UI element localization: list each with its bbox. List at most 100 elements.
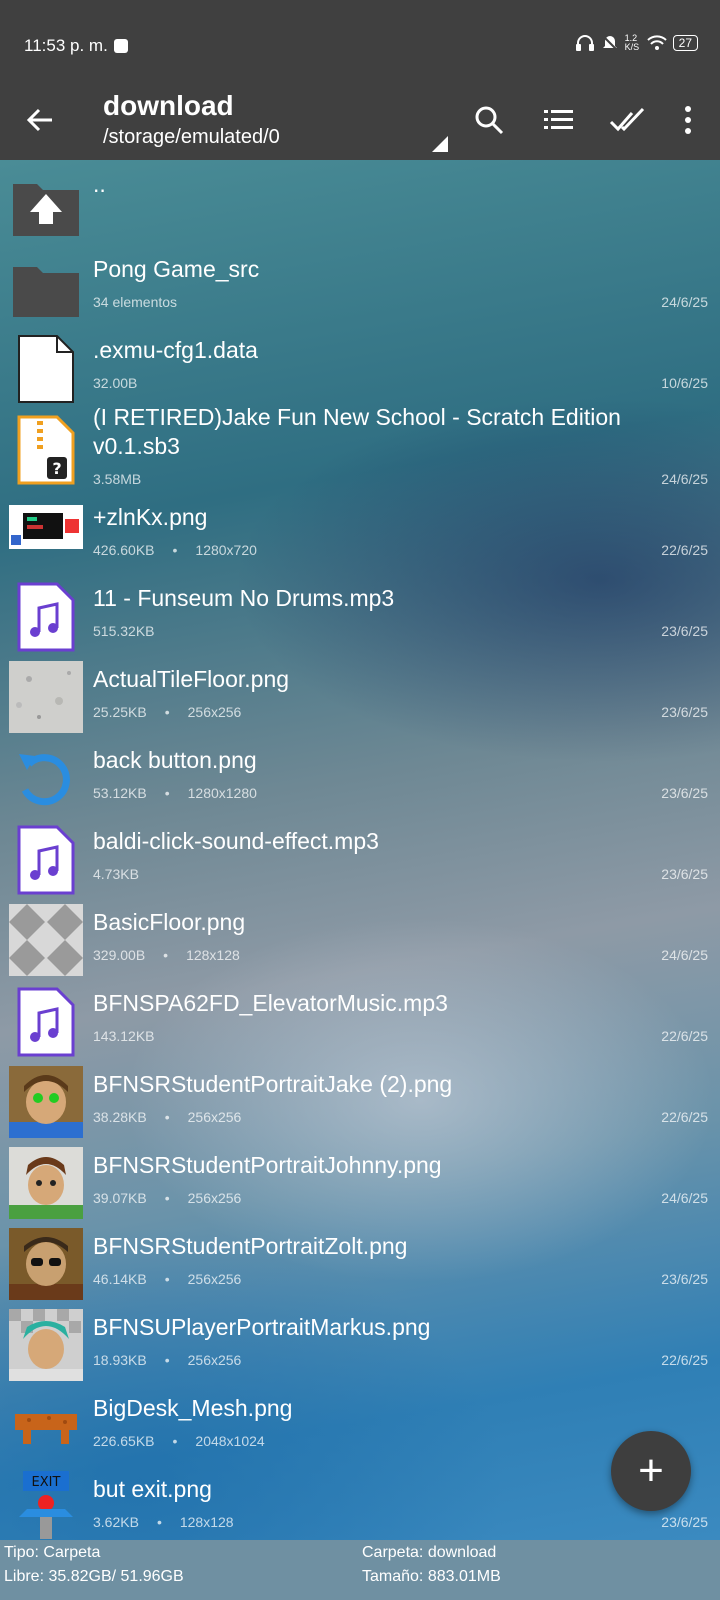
file-meta: 39.07KB • 256x256 [93, 1190, 242, 1206]
archive-unknown-icon: ? [17, 415, 75, 485]
clock: 11:53 p. m. [24, 36, 128, 56]
add-fab-button[interactable]: + [611, 1431, 691, 1511]
exit-button-thumbnail: EXIT [19, 1471, 73, 1539]
file-name: BFNSRStudentPortraitJohnny.png [93, 1152, 442, 1178]
image-thumbnail [9, 505, 83, 549]
music-file-icon [17, 582, 75, 652]
checker-thumbnail [9, 904, 83, 976]
list-item[interactable]: BFNSRStudentPortraitJake (2).png 38.28KB… [0, 1056, 720, 1138]
file-name: baldi-click-sound-effect.mp3 [93, 828, 379, 854]
current-path[interactable]: /storage/emulated/0 [103, 126, 280, 149]
file-date: 24/6/25 [661, 1190, 708, 1206]
file-name: back button.png [93, 747, 257, 773]
music-file-icon [17, 825, 75, 895]
file-name: 11 - Funseum No Drums.mp3 [93, 585, 395, 611]
file-meta: 32.00B [93, 375, 138, 391]
list-item[interactable]: BasicFloor.png 329.00B • 128x128 24/6/25 [0, 894, 720, 976]
list-item-parent[interactable]: .. [0, 160, 720, 241]
plus-icon: + [638, 1446, 664, 1495]
file-name: .. [93, 171, 106, 197]
back-arrow-icon[interactable] [22, 102, 58, 138]
portrait-thumbnail [9, 1309, 83, 1381]
list-item[interactable]: Pong Game_src 34 elementos 24/6/25 [0, 241, 720, 322]
path-dropdown-icon[interactable] [432, 136, 448, 152]
battery-indicator: 27 [672, 35, 698, 51]
file-meta: 3.58MB [93, 471, 142, 487]
status-footer: Tipo: Carpeta Libre: 35.82GB/ 51.96GB Ca… [0, 1540, 720, 1600]
file-meta: 515.32KB [93, 623, 155, 639]
file-name: .exmu-cfg1.data [93, 337, 258, 363]
svg-text:EXIT: EXIT [32, 1475, 61, 1490]
file-name: BFNSRStudentPortraitJake (2).png [93, 1071, 453, 1097]
file-meta: 46.14KB • 256x256 [93, 1271, 242, 1287]
file-name: BFNSPA62FD_ElevatorMusic.mp3 [93, 990, 448, 1016]
network-speed: 1.2 K/S [624, 33, 640, 52]
file-name: BigDesk_Mesh.png [93, 1395, 293, 1421]
file-meta: 53.12KB • 1280x1280 [93, 785, 257, 801]
file-meta: 34 elementos [93, 294, 178, 310]
file-name: Pong Game_src [93, 256, 260, 282]
list-item[interactable]: BFNSUPlayerPortraitMarkus.png 18.93KB • 25… [0, 1299, 720, 1381]
file-meta: 426.60KB • 1280x720 [93, 542, 257, 558]
file-name: +zlnKx.png [93, 504, 208, 530]
list-item[interactable]: +zlnKx.png 426.60KB • 1280x720 22/6/25 [0, 489, 720, 570]
folder-icon [13, 267, 79, 317]
file-name: BFNSRStudentPortraitZolt.png [93, 1233, 408, 1259]
list-item[interactable]: BFNSPA62FD_ElevatorMusic.mp3 143.12KB 22… [0, 975, 720, 1057]
list-item[interactable]: baldi-click-sound-effect.mp3 4.73KB 23/6… [0, 813, 720, 895]
document-icon [18, 335, 74, 403]
footer-folder: Carpeta: download [362, 1544, 497, 1561]
wifi-icon [646, 35, 667, 50]
file-meta: 25.25KB • 256x256 [93, 704, 242, 720]
file-meta: 3.62KB • 128x128 [93, 1514, 234, 1530]
file-meta: 4.73KB [93, 866, 139, 882]
list-item[interactable]: 11 - Funseum No Drums.mp3 515.32KB 23/6/… [0, 570, 720, 652]
list-view-icon[interactable] [538, 100, 578, 140]
file-name: BasicFloor.png [93, 909, 246, 935]
file-date: 23/6/25 [661, 704, 708, 720]
list-item[interactable]: BigDesk_Mesh.png 226.65KB • 2048x1024 [0, 1380, 720, 1461]
select-all-icon[interactable] [608, 100, 648, 140]
footer-free-space: Libre: 35.82GB/ 51.96GB [4, 1568, 184, 1585]
file-list: .. Pong Game_src 34 elementos 24/6/25 .e… [0, 160, 720, 1542]
footer-size: Tamaño: 883.01MB [362, 1568, 501, 1585]
list-item[interactable]: BFNSRStudentPortraitZolt.png 46.14KB • 256… [0, 1218, 720, 1300]
file-name: but exit.png [93, 1476, 212, 1502]
toolbar: download /storage/emulated/0 [0, 80, 720, 160]
notification-square-icon [113, 39, 128, 53]
headphones-icon [575, 35, 594, 51]
file-date: 24/6/25 [661, 471, 708, 487]
file-name: BFNSUPlayerPortraitMarkus.png [93, 1314, 431, 1340]
music-file-icon [17, 987, 75, 1057]
footer-type: Tipo: Carpeta [4, 1544, 101, 1561]
file-name: ActualTileFloor.png [93, 666, 290, 692]
file-date: 22/6/25 [661, 1028, 708, 1044]
list-item[interactable]: ? (I RETIRED)Jake Fun New School - Scrat… [0, 403, 720, 489]
list-item[interactable]: BFNSRStudentPortraitJohnny.png 39.07KB • 2… [0, 1137, 720, 1219]
file-date: 24/6/25 [661, 947, 708, 963]
portrait-thumbnail [9, 1066, 83, 1138]
list-item[interactable]: ActualTileFloor.png 25.25KB • 256x256 23/6… [0, 651, 720, 733]
desk-thumbnail [15, 1414, 77, 1444]
file-meta: 143.12KB [93, 1028, 155, 1044]
file-date: 22/6/25 [661, 1109, 708, 1125]
file-name: (I RETIRED)Jake Fun New School - Scratch… [93, 404, 621, 459]
file-date: 23/6/25 [661, 1514, 708, 1530]
portrait-thumbnail [9, 1147, 83, 1219]
file-date: 24/6/25 [661, 294, 708, 310]
file-meta: 18.93KB • 256x256 [93, 1352, 242, 1368]
file-meta: 38.28KB • 256x256 [93, 1109, 242, 1125]
search-icon[interactable] [469, 100, 509, 140]
tile-thumbnail [9, 661, 83, 733]
file-date: 23/6/25 [661, 1271, 708, 1287]
svg-text:?: ? [52, 459, 61, 478]
portrait-thumbnail [9, 1228, 83, 1300]
folder-up-icon [13, 184, 79, 236]
file-meta: 329.00B • 128x128 [93, 947, 240, 963]
more-options-icon[interactable] [668, 100, 708, 140]
page-title: download [103, 90, 234, 121]
list-item[interactable]: .exmu-cfg1.data 32.00B 10/6/25 [0, 322, 720, 403]
back-arrow-thumbnail [19, 754, 70, 806]
list-item[interactable]: back button.png 53.12KB • 1280x1280 23/6/2… [0, 732, 720, 813]
file-date: 23/6/25 [661, 623, 708, 639]
